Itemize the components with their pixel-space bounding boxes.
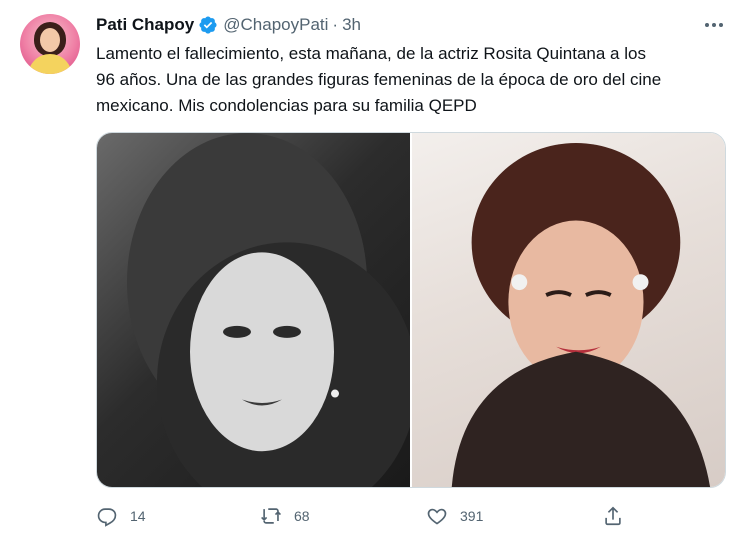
reply-icon [97,508,117,527]
reply-button[interactable]: 14 [96,501,146,531]
share-button[interactable] [602,501,624,531]
verified-badge-icon [198,15,218,35]
author-name[interactable]: Pati Chapoy [96,15,194,35]
tweet-text-line: mexicano. Mis condolencias para su famil… [96,96,477,115]
tweet-header: Pati Chapoy @ChapoyPati · 3h [96,14,361,36]
more-options-icon[interactable] [700,14,728,36]
avatar-face [40,28,60,52]
author-handle[interactable]: @ChapoyPati [223,15,328,35]
media-photo-left[interactable] [97,133,410,487]
reply-count: 14 [130,508,146,524]
heart-icon [427,508,447,525]
tweet-text-line: Lamento el fallecimiento, esta mañana, d… [96,44,646,63]
retweet-count: 68 [294,508,310,524]
share-icon [605,506,621,526]
tweet-actions: 14 68 391 [96,501,726,531]
tweet-text-line: 96 años. Una de las grandes figuras feme… [96,70,662,89]
retweet-button[interactable]: 68 [260,501,310,531]
like-count: 391 [460,508,484,524]
avatar-shirt [28,54,72,74]
like-button[interactable]: 391 [426,501,483,531]
media-photo-right[interactable] [412,133,725,487]
tweet-media [96,132,726,488]
tweet-text: Lamento el fallecimiento, esta mañana, d… [96,41,726,119]
tweet-timestamp[interactable]: 3h [342,15,361,35]
retweet-icon [261,508,282,524]
avatar[interactable] [20,14,80,74]
separator-dot: · [332,15,339,34]
